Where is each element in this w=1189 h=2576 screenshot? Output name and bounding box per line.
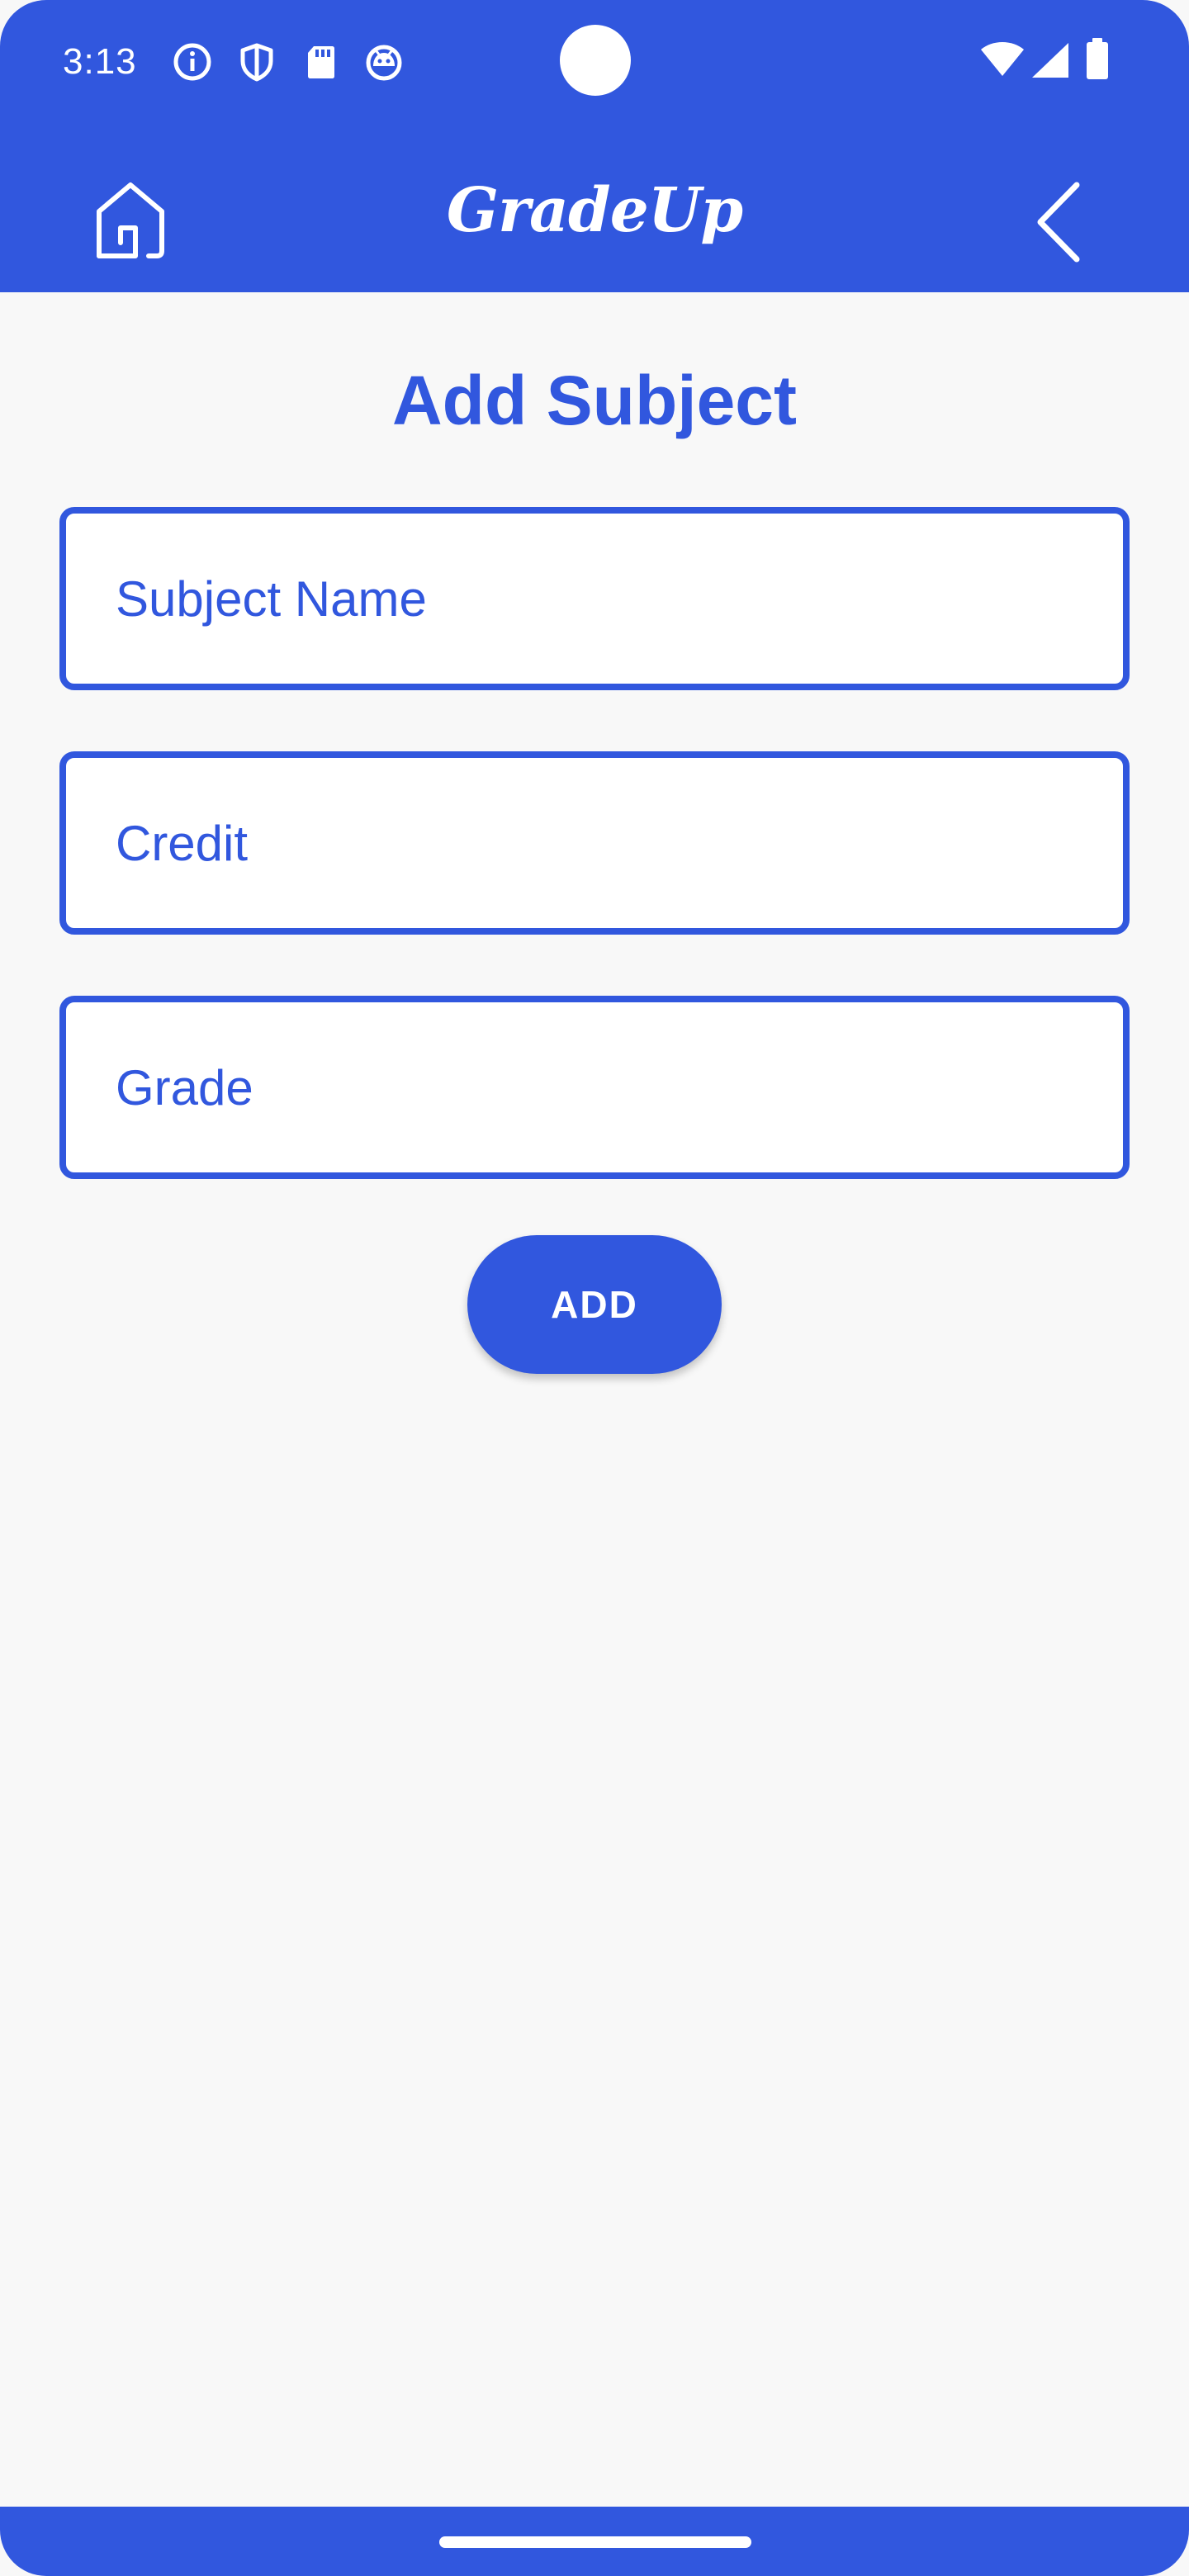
grade-input[interactable] [116,1002,1073,1172]
subject-name-field [59,507,1130,690]
cellular-signal-icon [1029,40,1072,81]
subject-name-input[interactable] [116,514,1073,684]
wifi-icon [979,40,1026,81]
shield-icon [236,41,277,83]
status-time: 3:13 [63,41,137,82]
app-title: GradeUp [446,175,743,246]
info-icon [172,41,213,83]
page-title: Add Subject [391,362,797,439]
home-icon[interactable] [92,180,168,261]
navigation-bar [0,2507,1189,2576]
phone-screen: 3:13 GradeUp Add Subject Subject Name Cr… [0,0,1189,2576]
grade-field [59,996,1130,1179]
add-button[interactable]: ADD [467,1235,722,1374]
battery-icon [1085,38,1110,81]
back-chevron-icon[interactable] [1030,178,1085,266]
credit-input[interactable] [116,758,1073,928]
home-gesture-handle[interactable] [439,2536,751,2548]
camera-cutout [560,25,631,96]
credit-field [59,751,1130,935]
header: 3:13 GradeUp [0,0,1189,292]
sd-card-icon [301,41,342,83]
android-debug-icon [363,41,405,83]
